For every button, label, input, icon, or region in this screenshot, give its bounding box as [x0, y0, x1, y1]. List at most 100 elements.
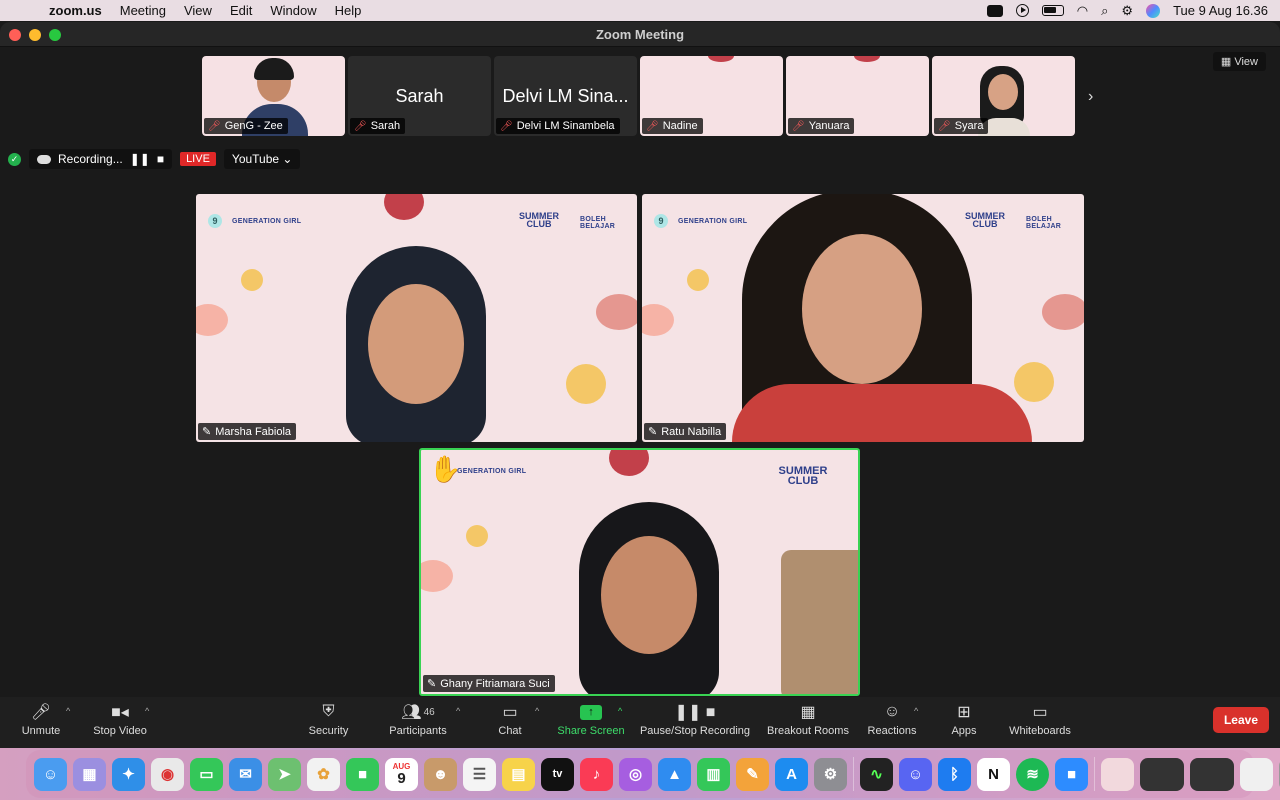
safari-icon[interactable]: ✦ — [112, 757, 145, 791]
spotlight-search-icon[interactable]: ⌕ — [1101, 3, 1108, 19]
view-button[interactable]: ▦ View — [1212, 52, 1266, 71]
facetime-icon[interactable]: ■ — [346, 757, 379, 791]
reminders-icon[interactable]: ☰ — [463, 757, 496, 791]
security-button[interactable]: ⛨ Security — [306, 703, 351, 737]
podcasts-icon[interactable]: ◎ — [619, 757, 652, 791]
contacts-icon[interactable]: ☻ — [424, 757, 457, 791]
macos-dock: ☺ ▦ ✦ ◉ ▭ ✉ ➤ ✿ ■ AUG 9 ☻ ☰ ▤ tv ♪ ◎ ▲ ▥ … — [26, 750, 1280, 798]
reactions-button[interactable]: ☺ Reactions — [866, 703, 918, 737]
siri-icon[interactable] — [1146, 3, 1161, 18]
livestream-platform-dropdown[interactable]: YouTube ⌄ — [223, 149, 301, 169]
screen-record-icon[interactable] — [986, 4, 1003, 17]
chat-button[interactable]: ▭ Chat — [495, 703, 525, 737]
menu-view[interactable]: View — [175, 3, 221, 18]
video-options-caret[interactable]: ^ — [145, 706, 149, 716]
zoom-icon[interactable]: ■ — [1055, 757, 1088, 791]
notes-icon[interactable]: ▤ — [502, 757, 535, 791]
media-play-icon[interactable] — [1015, 4, 1029, 17]
thumb-geng-zee[interactable]: 🎤︎ GenG - Zee — [202, 56, 345, 136]
share-screen-button[interactable]: ↑ Share Screen — [555, 703, 627, 737]
document-thumbnail-icon[interactable] — [1240, 757, 1273, 791]
menubar-clock[interactable]: Tue 9 Aug 16.36 — [1173, 3, 1268, 18]
finder-icon[interactable]: ☺ — [34, 757, 67, 791]
participants-options-caret[interactable]: ^ — [456, 706, 460, 716]
thumb-nadine[interactable]: 🎤︎ Nadine — [640, 56, 783, 136]
calendar-icon[interactable]: AUG 9 — [385, 757, 418, 791]
nametag: 🎤︎ Delvi LM Sinambela — [496, 118, 620, 134]
chevron-right-icon[interactable]: › — [1088, 88, 1093, 106]
menu-app-name[interactable]: zoom.us — [40, 3, 111, 18]
apps-label: Apps — [951, 725, 977, 737]
stop-video-button[interactable]: ■◂ Stop Video — [90, 703, 150, 737]
keynote-icon[interactable]: ▲ — [658, 757, 691, 791]
pause-stop-icon: ❚❚ ■ — [674, 704, 716, 721]
document-thumbnail-icon[interactable] — [1101, 757, 1134, 791]
bluetooth-icon[interactable]: ᛒ — [938, 757, 971, 791]
unmute-button[interactable]: 🎤︎ Unmute — [20, 703, 62, 737]
app-store-icon[interactable]: A — [775, 757, 808, 791]
view-label: View — [1234, 56, 1258, 68]
boleh-belajar-logo: BOLEH BELAJAR — [1026, 216, 1062, 230]
nametag-label: Delvi LM Sinambela — [516, 120, 615, 132]
window-thumbnail-icon[interactable] — [1190, 757, 1234, 791]
breakout-label: Breakout Rooms — [767, 725, 849, 737]
thumb-syara[interactable]: 🎤︎ Syara — [932, 56, 1075, 136]
calendar-day: 9 — [397, 769, 406, 787]
muted-mic-icon: 🎤︎ — [208, 120, 221, 132]
wifi-icon[interactable]: ◠ — [1077, 3, 1088, 19]
window-thumbnail-icon[interactable] — [1140, 757, 1184, 791]
generation-girl-logo: 9 — [654, 214, 668, 228]
chevron-down-icon: ⌄ — [282, 152, 293, 166]
video-tile-ghany-active-speaker[interactable]: ✋ GENERATION GIRL SUMMER CLUB ✎ Ghany Fit… — [419, 448, 860, 696]
system-preferences-icon[interactable]: ⚙ — [814, 757, 847, 791]
notion-icon[interactable]: N — [977, 757, 1010, 791]
photos-icon[interactable]: ✿ — [307, 757, 340, 791]
thumb-delvi[interactable]: Delvi LM Sina... 🎤︎ Delvi LM Sinambela — [494, 56, 637, 136]
leave-button[interactable]: Leave — [1212, 707, 1269, 733]
menu-window[interactable]: Window — [261, 3, 325, 18]
thumb-yanuara[interactable]: 🎤︎ Yanuara — [786, 56, 929, 136]
thumb-sarah[interactable]: Sarah 🎤︎ Sarah — [348, 56, 491, 136]
share-options-caret[interactable]: ^ — [618, 706, 622, 716]
discord-icon[interactable]: ☺ — [899, 757, 932, 791]
stop-recording-icon[interactable]: ■ — [157, 152, 164, 166]
battery-icon[interactable] — [1041, 5, 1064, 16]
brand-label: GENERATION GIRL — [678, 218, 748, 225]
chrome-icon[interactable]: ◉ — [151, 757, 184, 791]
chat-options-caret[interactable]: ^ — [535, 706, 539, 716]
whiteboards-button[interactable]: ▭ Whiteboards — [1006, 703, 1074, 737]
participant-face — [988, 74, 1018, 110]
decoration — [687, 269, 709, 291]
audio-options-caret[interactable]: ^ — [66, 706, 70, 716]
nametag: 🎤︎ Yanuara — [788, 118, 855, 134]
brand-label: GENERATION GIRL — [232, 218, 302, 225]
menu-meeting[interactable]: Meeting — [111, 3, 175, 18]
spotify-icon[interactable]: ≋ — [1016, 757, 1049, 791]
maps-icon[interactable]: ➤ — [268, 757, 301, 791]
share-screen-label: Share Screen — [557, 725, 625, 737]
video-tile-marsha[interactable]: 9 GENERATION GIRL SUMMER CLUB BOLEH BELA… — [196, 194, 637, 442]
apps-button[interactable]: ⊞ Apps — [948, 703, 980, 737]
summer-club-logo: SUMMER CLUB — [778, 465, 828, 487]
control-center-icon[interactable]: ⚙ — [1121, 3, 1133, 19]
background-object — [781, 550, 858, 694]
messages-icon[interactable]: ▭ — [190, 757, 223, 791]
breakout-rooms-button[interactable]: ▦ Breakout Rooms — [764, 703, 852, 737]
numbers-icon[interactable]: ▥ — [697, 757, 730, 791]
music-icon[interactable]: ♪ — [580, 757, 613, 791]
participants-button[interactable]: 👥︎ 46 Participants — [386, 703, 450, 737]
meeting-toolbar: 🎤︎ Unmute ^ ■◂ Stop Video ^ ⛨ Security 👥… — [0, 697, 1280, 748]
whiteboard-icon: ▭ — [1032, 704, 1048, 721]
menu-edit[interactable]: Edit — [221, 3, 261, 18]
video-tile-ratu[interactable]: 9 GENERATION GIRL SUMMER CLUB BOLEH BELA… — [642, 194, 1084, 442]
pause-recording-icon[interactable]: ❚❚ — [130, 152, 150, 166]
reactions-options-caret[interactable]: ^ — [914, 706, 918, 716]
pages-icon[interactable]: ✎ — [736, 757, 769, 791]
pause-stop-recording-button[interactable]: ❚❚ ■ Pause/Stop Recording — [638, 703, 752, 737]
apple-tv-icon[interactable]: tv — [541, 757, 574, 791]
menu-help[interactable]: Help — [326, 3, 371, 18]
activity-monitor-icon[interactable]: ∿ — [860, 757, 893, 791]
launchpad-icon[interactable]: ▦ — [73, 757, 106, 791]
encryption-shield-icon[interactable]: ✓ — [8, 152, 21, 166]
mail-icon[interactable]: ✉ — [229, 757, 262, 791]
